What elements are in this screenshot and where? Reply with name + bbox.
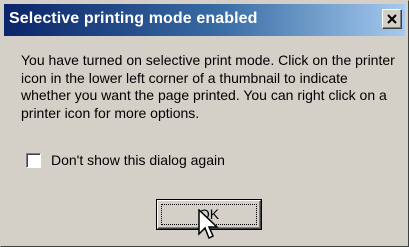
ok-button-label: OK xyxy=(198,206,220,222)
dont-show-again-label[interactable]: Don't show this dialog again xyxy=(51,152,225,168)
dialog-message: You have turned on selective print mode.… xyxy=(21,52,395,121)
dialog-window: Selective printing mode enabled You have… xyxy=(0,0,409,247)
close-button[interactable] xyxy=(382,9,402,29)
dont-show-again-checkbox[interactable] xyxy=(26,153,41,168)
close-icon xyxy=(387,14,397,24)
dialog-title: Selective printing mode enabled xyxy=(9,10,258,27)
title-bar[interactable]: Selective printing mode enabled xyxy=(4,4,405,36)
ok-button[interactable]: OK xyxy=(156,199,262,230)
